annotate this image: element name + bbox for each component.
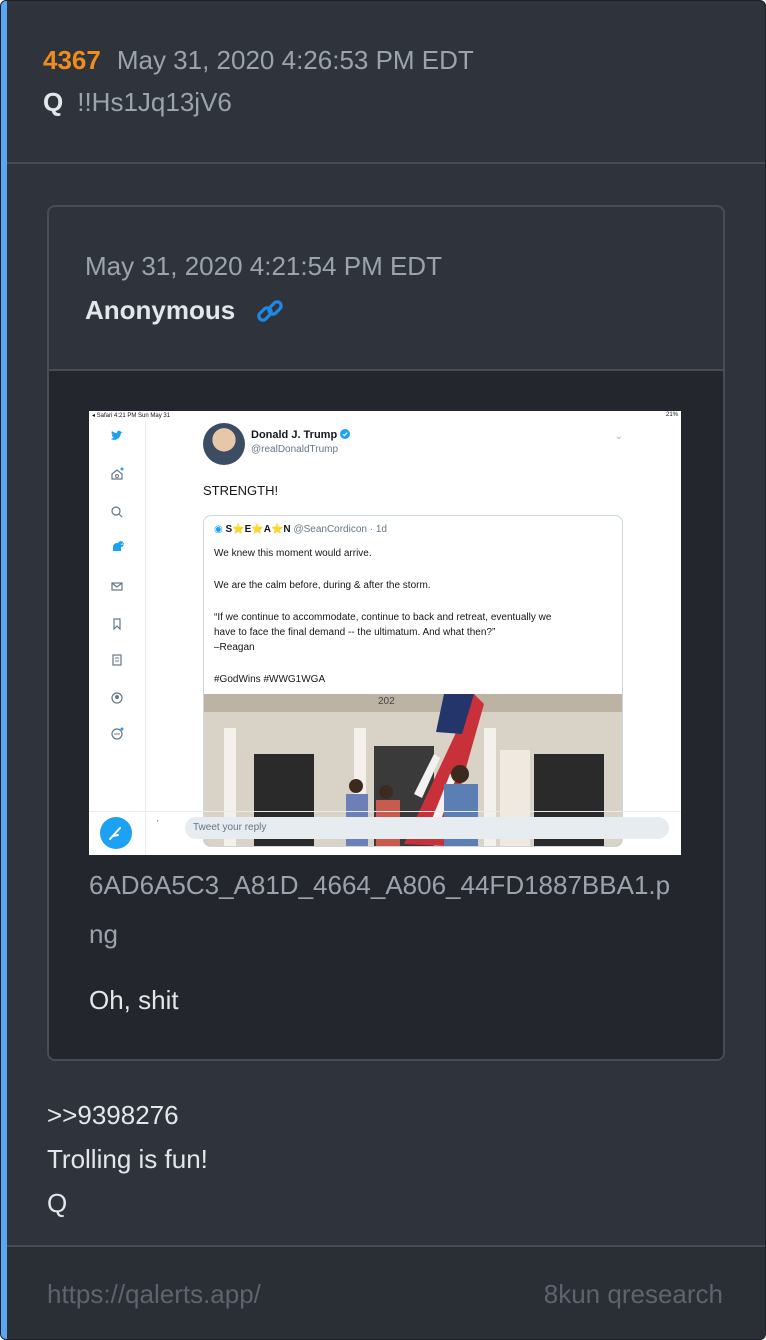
twitter-bird-icon	[111, 430, 123, 440]
quoted-tweet-meta: @SeanCordicon · 1d	[293, 524, 387, 535]
post-date: May 31, 2020 4:26:53 PM EDT	[116, 45, 474, 75]
bookmarks-icon	[113, 618, 121, 631]
post-author: Q	[43, 87, 64, 117]
post-text-line: Trolling is fun!	[47, 1144, 208, 1174]
chevron-down-icon: ⌄	[614, 431, 623, 442]
reply-input: Tweet your reply	[185, 817, 669, 839]
link-icon[interactable]	[255, 296, 285, 326]
search-icon	[111, 506, 123, 518]
post-reference-link[interactable]: >>9398276	[47, 1093, 208, 1137]
quoted-tweet: ◉ S⭐E⭐A⭐N @SeanCordicon · 1d We knew thi…	[203, 515, 623, 847]
tweet-author-handle: @realDonaldTrump	[251, 444, 339, 455]
quoted-header: May 31, 2020 4:21:54 PM EDT Anonymous	[49, 207, 723, 369]
reply-avatar: ▪	[157, 818, 159, 823]
quoted-tweet-line: have to face the final demand -- the ult…	[214, 627, 496, 638]
post-card: 4367 May 31, 2020 4:26:53 PM EDT Q !!Hs1…	[0, 0, 766, 1340]
home-icon	[111, 467, 124, 480]
post-tripcode: !!Hs1Jq13jV6	[77, 87, 232, 117]
quoted-tweet-line: –Reagan	[214, 642, 255, 653]
reply-bar: ▪ Tweet your reply	[89, 811, 681, 855]
quoted-tweet-line: We knew this moment would arrive.	[214, 548, 372, 559]
attachment-filename[interactable]: 6AD6A5C3_A81D_4664_A806_44FD1887BBA1.png	[89, 861, 683, 959]
accent-bar	[1, 1, 7, 1339]
post-footer: https://qalerts.app/ 8kun qresearch	[7, 1247, 765, 1339]
tweet-text: STRENGTH!	[203, 483, 279, 498]
quoted-author-row: Anonymous	[85, 295, 285, 326]
quoted-text: Oh, shit	[89, 985, 179, 1015]
tweet-area: Donald J. Trump @realDonaldTrump ⌄ STREN…	[145, 421, 681, 855]
messages-icon	[111, 582, 123, 591]
quoted-tweet-header: ◉ S⭐E⭐A⭐N @SeanCordicon · 1d	[214, 524, 387, 535]
post-header: 4367 May 31, 2020 4:26:53 PM EDT Q !!Hs1…	[43, 45, 745, 118]
quoted-post: May 31, 2020 4:21:54 PM EDT Anonymous ◂ …	[47, 205, 725, 1061]
lists-icon	[112, 654, 122, 666]
globe-icon: ◉	[214, 524, 223, 535]
profile-icon	[111, 692, 123, 704]
house-number: 202	[378, 696, 395, 707]
attached-image[interactable]: ◂ Safari 4:21 PM Sun May 31 21% 2 Donald…	[89, 411, 681, 855]
twitter-sidebar: 2	[89, 421, 146, 855]
header-divider	[7, 162, 765, 164]
notification-count: 2	[121, 541, 125, 547]
verified-badge-icon	[340, 429, 351, 439]
source-board[interactable]: 8kun qresearch	[544, 1279, 723, 1310]
tweet-author-name: Donald J. Trump	[251, 429, 351, 441]
status-battery: 21%	[665, 412, 678, 418]
tweet-avatar	[203, 423, 245, 465]
quoted-tweet-line: “If we continue to accommodate, continue…	[214, 612, 552, 623]
quoted-body: ◂ Safari 4:21 PM Sun May 31 21% 2 Donald…	[49, 369, 723, 1059]
ios-status-bar: ◂ Safari 4:21 PM Sun May 31 21%	[89, 411, 681, 421]
more-icon	[111, 727, 124, 740]
post-number[interactable]: 4367	[43, 45, 101, 76]
quoted-author: Anonymous	[85, 295, 236, 325]
quoted-tweet-line: #GodWins #WWG1WGA	[214, 674, 326, 685]
quoted-tweet-name: S⭐E⭐A⭐N	[225, 524, 291, 535]
post-body: >>9398276 Trolling is fun! Q	[47, 1093, 208, 1225]
quoted-date: May 31, 2020 4:21:54 PM EDT	[85, 251, 442, 281]
status-time: ◂ Safari 4:21 PM Sun May 31	[92, 413, 171, 419]
post-signature: Q	[47, 1188, 68, 1218]
quoted-tweet-line: We are the calm before, during & after t…	[214, 580, 431, 591]
source-url[interactable]: https://qalerts.app/	[47, 1279, 261, 1310]
